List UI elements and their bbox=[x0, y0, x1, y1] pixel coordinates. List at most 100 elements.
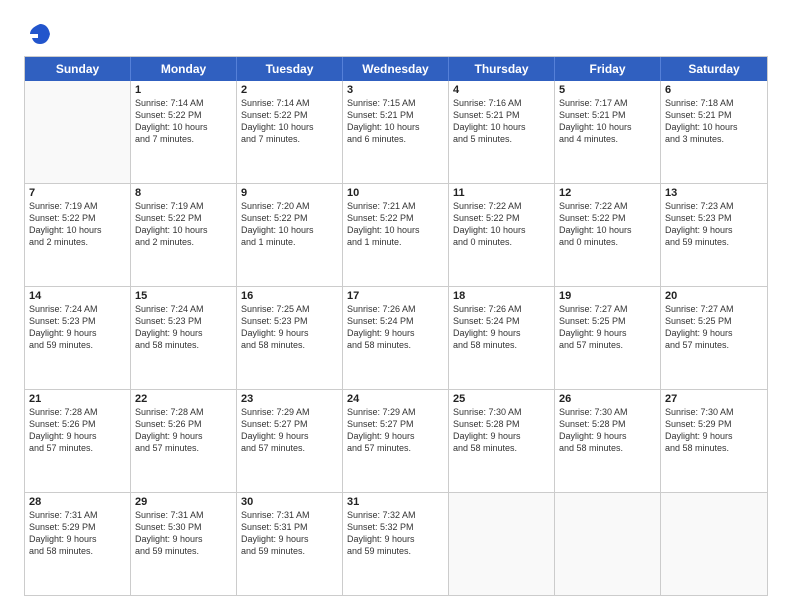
day-number: 7 bbox=[29, 187, 126, 199]
calendar-cell: 30Sunrise: 7:31 AMSunset: 5:31 PMDayligh… bbox=[237, 493, 343, 595]
calendar-row: 28Sunrise: 7:31 AMSunset: 5:29 PMDayligh… bbox=[25, 492, 767, 595]
cell-details: Sunrise: 7:19 AMSunset: 5:22 PMDaylight:… bbox=[29, 200, 126, 249]
cell-details: Sunrise: 7:22 AMSunset: 5:22 PMDaylight:… bbox=[559, 200, 656, 249]
day-number: 25 bbox=[453, 393, 550, 405]
calendar-cell: 8Sunrise: 7:19 AMSunset: 5:22 PMDaylight… bbox=[131, 184, 237, 286]
calendar-cell: 13Sunrise: 7:23 AMSunset: 5:23 PMDayligh… bbox=[661, 184, 767, 286]
calendar-cell bbox=[449, 493, 555, 595]
calendar: SundayMondayTuesdayWednesdayThursdayFrid… bbox=[24, 56, 768, 596]
calendar-cell: 17Sunrise: 7:26 AMSunset: 5:24 PMDayligh… bbox=[343, 287, 449, 389]
cell-details: Sunrise: 7:30 AMSunset: 5:28 PMDaylight:… bbox=[453, 406, 550, 455]
calendar-cell: 18Sunrise: 7:26 AMSunset: 5:24 PMDayligh… bbox=[449, 287, 555, 389]
calendar-cell: 11Sunrise: 7:22 AMSunset: 5:22 PMDayligh… bbox=[449, 184, 555, 286]
day-number: 21 bbox=[29, 393, 126, 405]
cell-details: Sunrise: 7:30 AMSunset: 5:29 PMDaylight:… bbox=[665, 406, 763, 455]
logo-icon bbox=[26, 20, 54, 48]
calendar-cell: 7Sunrise: 7:19 AMSunset: 5:22 PMDaylight… bbox=[25, 184, 131, 286]
day-number: 29 bbox=[135, 496, 232, 508]
day-number: 1 bbox=[135, 84, 232, 96]
calendar-cell: 22Sunrise: 7:28 AMSunset: 5:26 PMDayligh… bbox=[131, 390, 237, 492]
day-number: 28 bbox=[29, 496, 126, 508]
cell-details: Sunrise: 7:31 AMSunset: 5:31 PMDaylight:… bbox=[241, 509, 338, 558]
cell-details: Sunrise: 7:26 AMSunset: 5:24 PMDaylight:… bbox=[347, 303, 444, 352]
calendar-cell: 25Sunrise: 7:30 AMSunset: 5:28 PMDayligh… bbox=[449, 390, 555, 492]
calendar-cell: 20Sunrise: 7:27 AMSunset: 5:25 PMDayligh… bbox=[661, 287, 767, 389]
calendar-cell: 23Sunrise: 7:29 AMSunset: 5:27 PMDayligh… bbox=[237, 390, 343, 492]
day-number: 5 bbox=[559, 84, 656, 96]
cell-details: Sunrise: 7:30 AMSunset: 5:28 PMDaylight:… bbox=[559, 406, 656, 455]
day-number: 31 bbox=[347, 496, 444, 508]
day-number: 18 bbox=[453, 290, 550, 302]
day-number: 26 bbox=[559, 393, 656, 405]
cell-details: Sunrise: 7:29 AMSunset: 5:27 PMDaylight:… bbox=[347, 406, 444, 455]
cell-details: Sunrise: 7:31 AMSunset: 5:29 PMDaylight:… bbox=[29, 509, 126, 558]
day-number: 13 bbox=[665, 187, 763, 199]
cell-details: Sunrise: 7:17 AMSunset: 5:21 PMDaylight:… bbox=[559, 97, 656, 146]
day-number: 20 bbox=[665, 290, 763, 302]
cell-details: Sunrise: 7:26 AMSunset: 5:24 PMDaylight:… bbox=[453, 303, 550, 352]
day-number: 11 bbox=[453, 187, 550, 199]
calendar-cell bbox=[555, 493, 661, 595]
cell-details: Sunrise: 7:24 AMSunset: 5:23 PMDaylight:… bbox=[135, 303, 232, 352]
calendar-cell: 6Sunrise: 7:18 AMSunset: 5:21 PMDaylight… bbox=[661, 81, 767, 183]
calendar-header-cell: Monday bbox=[131, 57, 237, 81]
cell-details: Sunrise: 7:27 AMSunset: 5:25 PMDaylight:… bbox=[665, 303, 763, 352]
cell-details: Sunrise: 7:31 AMSunset: 5:30 PMDaylight:… bbox=[135, 509, 232, 558]
calendar-cell: 27Sunrise: 7:30 AMSunset: 5:29 PMDayligh… bbox=[661, 390, 767, 492]
day-number: 16 bbox=[241, 290, 338, 302]
calendar-cell: 19Sunrise: 7:27 AMSunset: 5:25 PMDayligh… bbox=[555, 287, 661, 389]
calendar-cell: 4Sunrise: 7:16 AMSunset: 5:21 PMDaylight… bbox=[449, 81, 555, 183]
cell-details: Sunrise: 7:22 AMSunset: 5:22 PMDaylight:… bbox=[453, 200, 550, 249]
calendar-cell: 15Sunrise: 7:24 AMSunset: 5:23 PMDayligh… bbox=[131, 287, 237, 389]
day-number: 6 bbox=[665, 84, 763, 96]
calendar-cell: 10Sunrise: 7:21 AMSunset: 5:22 PMDayligh… bbox=[343, 184, 449, 286]
day-number: 30 bbox=[241, 496, 338, 508]
cell-details: Sunrise: 7:20 AMSunset: 5:22 PMDaylight:… bbox=[241, 200, 338, 249]
calendar-cell: 29Sunrise: 7:31 AMSunset: 5:30 PMDayligh… bbox=[131, 493, 237, 595]
day-number: 9 bbox=[241, 187, 338, 199]
cell-details: Sunrise: 7:28 AMSunset: 5:26 PMDaylight:… bbox=[135, 406, 232, 455]
page: SundayMondayTuesdayWednesdayThursdayFrid… bbox=[0, 0, 792, 612]
day-number: 27 bbox=[665, 393, 763, 405]
cell-details: Sunrise: 7:27 AMSunset: 5:25 PMDaylight:… bbox=[559, 303, 656, 352]
cell-details: Sunrise: 7:28 AMSunset: 5:26 PMDaylight:… bbox=[29, 406, 126, 455]
cell-details: Sunrise: 7:15 AMSunset: 5:21 PMDaylight:… bbox=[347, 97, 444, 146]
cell-details: Sunrise: 7:19 AMSunset: 5:22 PMDaylight:… bbox=[135, 200, 232, 249]
calendar-header-cell: Tuesday bbox=[237, 57, 343, 81]
calendar-header: SundayMondayTuesdayWednesdayThursdayFrid… bbox=[25, 57, 767, 81]
cell-details: Sunrise: 7:14 AMSunset: 5:22 PMDaylight:… bbox=[135, 97, 232, 146]
day-number: 22 bbox=[135, 393, 232, 405]
calendar-header-cell: Sunday bbox=[25, 57, 131, 81]
cell-details: Sunrise: 7:14 AMSunset: 5:22 PMDaylight:… bbox=[241, 97, 338, 146]
cell-details: Sunrise: 7:23 AMSunset: 5:23 PMDaylight:… bbox=[665, 200, 763, 249]
day-number: 15 bbox=[135, 290, 232, 302]
cell-details: Sunrise: 7:32 AMSunset: 5:32 PMDaylight:… bbox=[347, 509, 444, 558]
day-number: 4 bbox=[453, 84, 550, 96]
calendar-cell: 12Sunrise: 7:22 AMSunset: 5:22 PMDayligh… bbox=[555, 184, 661, 286]
day-number: 24 bbox=[347, 393, 444, 405]
calendar-cell: 28Sunrise: 7:31 AMSunset: 5:29 PMDayligh… bbox=[25, 493, 131, 595]
calendar-cell: 26Sunrise: 7:30 AMSunset: 5:28 PMDayligh… bbox=[555, 390, 661, 492]
calendar-cell bbox=[661, 493, 767, 595]
calendar-cell: 5Sunrise: 7:17 AMSunset: 5:21 PMDaylight… bbox=[555, 81, 661, 183]
calendar-row: 1Sunrise: 7:14 AMSunset: 5:22 PMDaylight… bbox=[25, 81, 767, 183]
calendar-cell: 14Sunrise: 7:24 AMSunset: 5:23 PMDayligh… bbox=[25, 287, 131, 389]
day-number: 17 bbox=[347, 290, 444, 302]
cell-details: Sunrise: 7:29 AMSunset: 5:27 PMDaylight:… bbox=[241, 406, 338, 455]
calendar-cell bbox=[25, 81, 131, 183]
cell-details: Sunrise: 7:24 AMSunset: 5:23 PMDaylight:… bbox=[29, 303, 126, 352]
calendar-header-cell: Saturday bbox=[661, 57, 767, 81]
day-number: 23 bbox=[241, 393, 338, 405]
header bbox=[24, 20, 768, 44]
day-number: 10 bbox=[347, 187, 444, 199]
calendar-cell: 21Sunrise: 7:28 AMSunset: 5:26 PMDayligh… bbox=[25, 390, 131, 492]
day-number: 12 bbox=[559, 187, 656, 199]
calendar-cell: 2Sunrise: 7:14 AMSunset: 5:22 PMDaylight… bbox=[237, 81, 343, 183]
calendar-header-cell: Wednesday bbox=[343, 57, 449, 81]
calendar-row: 14Sunrise: 7:24 AMSunset: 5:23 PMDayligh… bbox=[25, 286, 767, 389]
day-number: 19 bbox=[559, 290, 656, 302]
cell-details: Sunrise: 7:16 AMSunset: 5:21 PMDaylight:… bbox=[453, 97, 550, 146]
calendar-cell: 31Sunrise: 7:32 AMSunset: 5:32 PMDayligh… bbox=[343, 493, 449, 595]
calendar-cell: 24Sunrise: 7:29 AMSunset: 5:27 PMDayligh… bbox=[343, 390, 449, 492]
calendar-cell: 3Sunrise: 7:15 AMSunset: 5:21 PMDaylight… bbox=[343, 81, 449, 183]
